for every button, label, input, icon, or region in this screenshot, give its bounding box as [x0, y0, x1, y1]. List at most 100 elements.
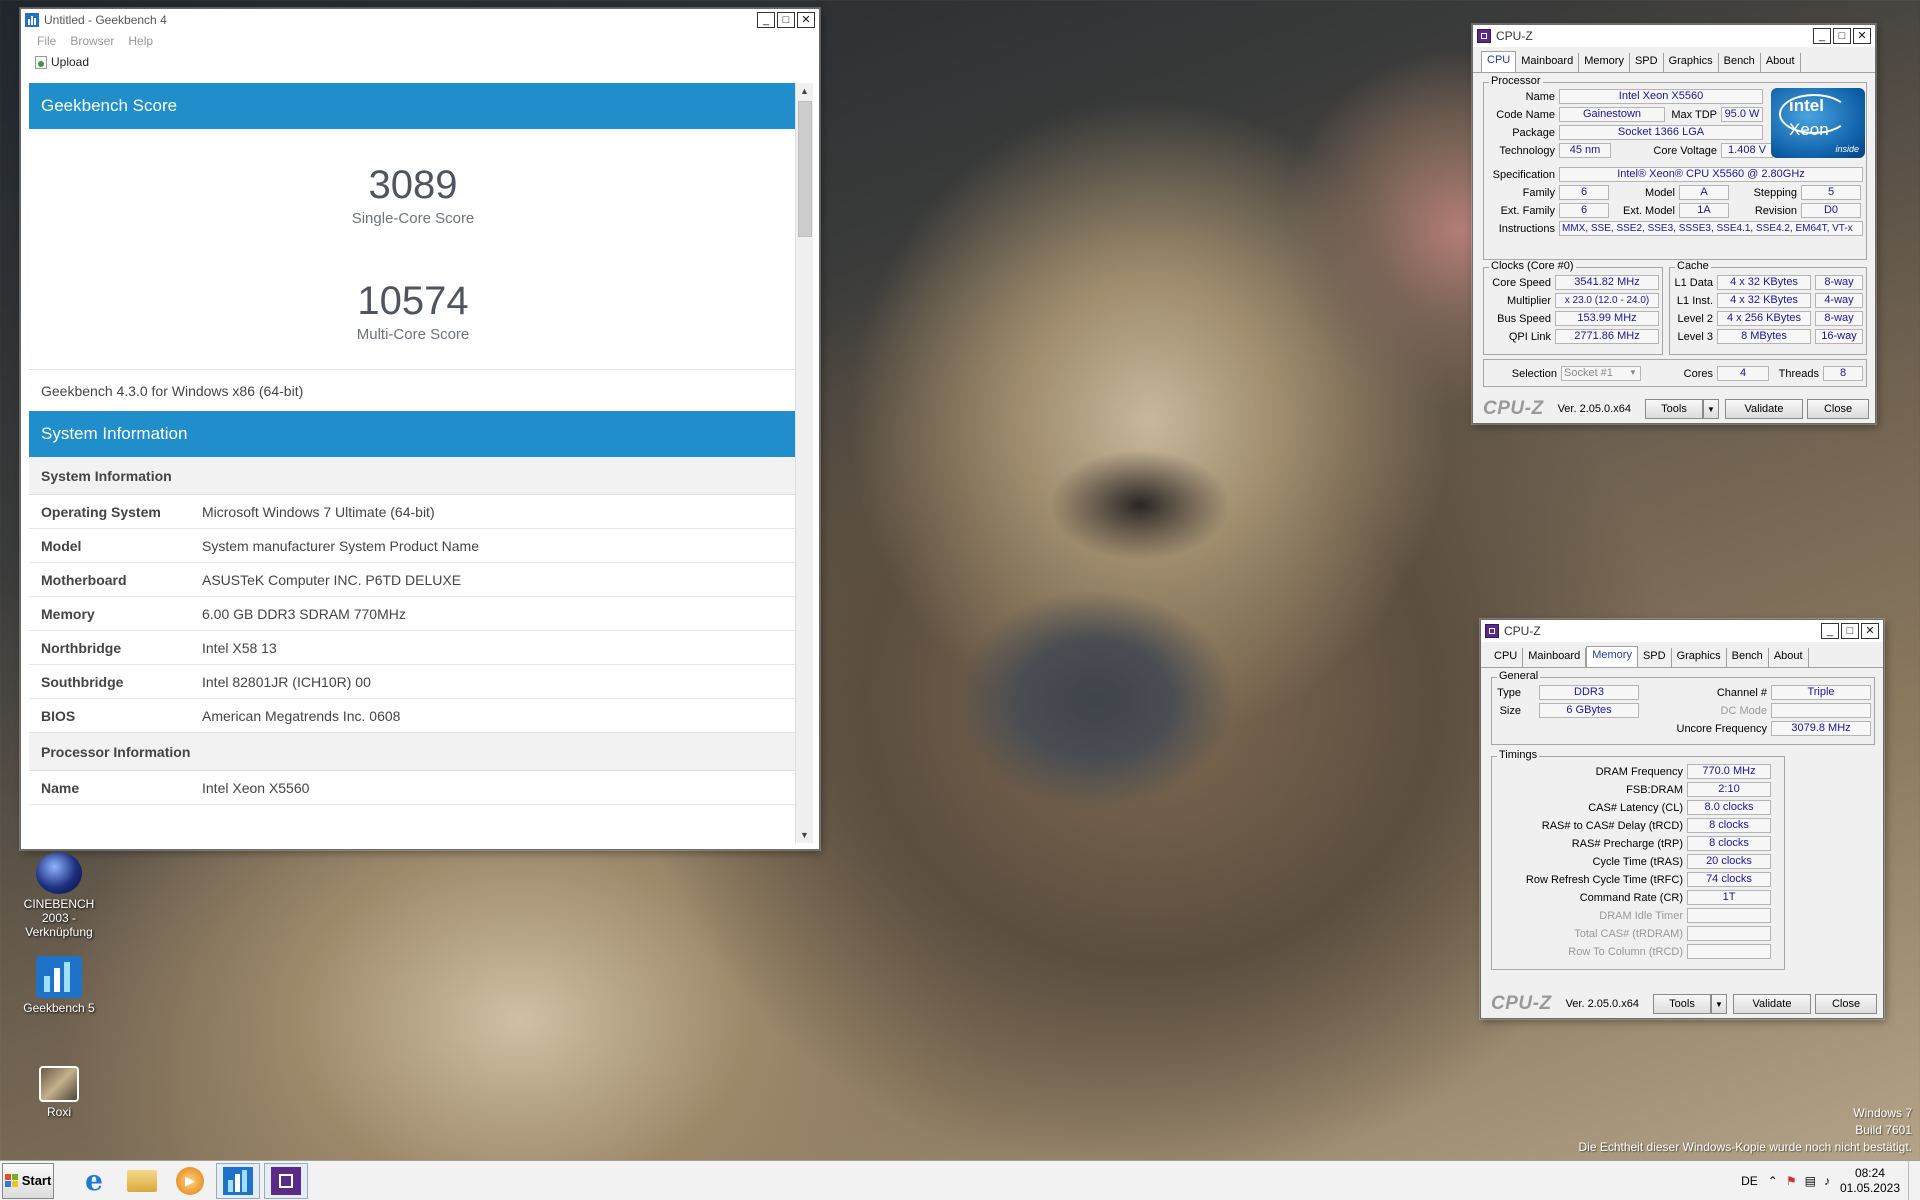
field-label: L1 Data — [1674, 277, 1713, 289]
tab-bar: CPU Mainboard Memory SPD Graphics Bench … — [1481, 642, 1883, 668]
geekbench-icon — [36, 956, 82, 998]
taskbar-explorer[interactable] — [120, 1163, 164, 1199]
version-text: Ver. 2.05.0.x64 — [1557, 403, 1631, 415]
tab-cpu[interactable]: CPU — [1489, 648, 1524, 667]
group-label: Clocks (Core #0) — [1489, 260, 1576, 272]
level2-ways: 8-way — [1815, 311, 1863, 326]
maximize-button[interactable]: □ — [1841, 623, 1859, 639]
taskbar-geekbench[interactable] — [216, 1162, 260, 1199]
close-button[interactable]: ✕ — [1861, 623, 1879, 639]
tab-bench[interactable]: Bench — [1727, 648, 1769, 667]
minimize-button[interactable]: _ — [757, 12, 775, 28]
technology-value: 45 nm — [1559, 143, 1611, 158]
volume-icon[interactable]: ♪ — [1824, 1174, 1830, 1188]
upload-label: Upload — [51, 55, 90, 69]
tab-about[interactable]: About — [1761, 53, 1801, 72]
taskbar-internet-explorer[interactable]: e — [72, 1163, 116, 1199]
taskbar-cpuz[interactable] — [264, 1162, 308, 1199]
close-dialog-button[interactable]: Close — [1815, 994, 1877, 1014]
tab-cpu[interactable]: CPU — [1481, 51, 1517, 72]
tab-graphics[interactable]: Graphics — [1664, 53, 1719, 72]
show-hidden-icons-icon[interactable]: ⌃ — [1768, 1174, 1778, 1188]
watermark-line: Die Echtheit dieser Windows-Kopie wurde … — [1578, 1140, 1912, 1154]
clock[interactable]: 08:24 01.05.2023 — [1840, 1166, 1900, 1196]
maximize-button[interactable]: □ — [1833, 28, 1851, 44]
validate-button[interactable]: Validate — [1733, 994, 1811, 1014]
tab-about[interactable]: About — [1769, 648, 1809, 667]
table-row: Operating System Microsoft Windows 7 Ulti… — [29, 495, 797, 529]
network-icon[interactable]: ▤ — [1805, 1174, 1816, 1188]
scroll-thumb[interactable] — [798, 101, 812, 237]
tab-spd[interactable]: SPD — [1630, 53, 1664, 72]
menu-help[interactable]: Help — [128, 34, 153, 48]
tools-dropdown-icon[interactable]: ▼ — [1711, 994, 1727, 1014]
group-label: General — [1497, 670, 1541, 682]
stepping-value: 5 — [1801, 185, 1861, 200]
language-indicator[interactable]: DE — [1741, 1174, 1758, 1188]
multiplier-value: x 23.0 (12.0 - 24.0) — [1555, 293, 1659, 308]
maximize-button[interactable]: □ — [777, 12, 795, 28]
single-core-score: 3089 — [368, 163, 458, 207]
tools-button[interactable]: Tools — [1653, 994, 1711, 1014]
timing-value: 8 clocks — [1687, 818, 1771, 833]
field-label: Core Voltage — [1653, 145, 1717, 157]
tools-button[interactable]: Tools — [1645, 399, 1703, 419]
show-desktop-button[interactable] — [1908, 1161, 1920, 1200]
close-dialog-button[interactable]: Close — [1807, 399, 1869, 419]
upload-button[interactable]: Upload — [35, 55, 89, 69]
tab-mainboard[interactable]: Mainboard — [1516, 53, 1580, 72]
field-label: L1 Inst. — [1676, 295, 1713, 307]
field-label: Model — [1645, 187, 1675, 199]
tab-spd[interactable]: SPD — [1638, 648, 1672, 667]
inside-logo-text: inside — [1835, 144, 1859, 154]
validate-button[interactable]: Validate — [1725, 399, 1803, 419]
scroll-up-icon[interactable]: ▲ — [796, 83, 813, 99]
tab-memory[interactable]: Memory — [1579, 53, 1630, 72]
desktop-icon-label: Geekbench 5 — [23, 1001, 95, 1015]
row-value: American Megatrends Inc. 0608 — [202, 707, 401, 724]
tools-dropdown-icon[interactable]: ▼ — [1703, 399, 1719, 419]
timing-label: RAS# to CAS# Delay (tRCD) — [1541, 820, 1683, 832]
taskbar-media-player[interactable]: ▶ — [168, 1163, 212, 1199]
window-title: Untitled - Geekbench 4 — [44, 13, 167, 27]
geekbench-titlebar[interactable]: Untitled - Geekbench 4 _ □ ✕ — [21, 9, 819, 31]
field-label: Revision — [1754, 205, 1797, 217]
desktop-icon-geekbench5[interactable]: Geekbench 5 — [14, 956, 104, 1015]
table-row: BIOS American Megatrends Inc. 0608 — [29, 699, 797, 733]
close-button[interactable]: ✕ — [1853, 28, 1871, 44]
field-label: Bus Speed — [1497, 313, 1551, 325]
cpuz-cpu-window: CPU-Z _ □ ✕ CPU Mainboard Memory SPD Gra… — [1472, 24, 1876, 424]
core-speed-value: 3541.82 MHz — [1555, 275, 1659, 290]
tab-bench[interactable]: Bench — [1719, 53, 1761, 72]
family-value: 6 — [1559, 185, 1609, 200]
cpuz-titlebar[interactable]: CPU-Z _ □ ✕ — [1481, 620, 1883, 642]
vertical-scrollbar[interactable]: ▲ ▼ — [795, 83, 813, 843]
cpuz-logo: CPU-Z — [1491, 993, 1552, 1014]
cpuz-app-icon — [1477, 29, 1491, 43]
core-voltage-value: 1.408 V — [1721, 143, 1773, 158]
minimize-button[interactable]: _ — [1813, 28, 1831, 44]
menu-browser[interactable]: Browser — [70, 34, 114, 48]
close-button[interactable]: ✕ — [797, 12, 815, 28]
menu-file[interactable]: File — [37, 34, 56, 48]
channel-value: Triple — [1771, 685, 1871, 700]
tab-memory[interactable]: Memory — [1586, 646, 1638, 667]
minimize-button[interactable]: _ — [1821, 623, 1839, 639]
level3-ways: 16-way — [1815, 329, 1863, 344]
scroll-down-icon[interactable]: ▼ — [796, 827, 813, 843]
cpuz-titlebar[interactable]: CPU-Z _ □ ✕ — [1473, 25, 1875, 47]
watermark-line: Windows 7 — [1853, 1106, 1912, 1120]
tab-mainboard[interactable]: Mainboard — [1523, 648, 1587, 667]
desktop-icon-cinebench[interactable]: CINEBENCH 2003 - Verknüpfung — [14, 852, 104, 939]
cores-value: 4 — [1717, 366, 1769, 381]
watermark-line: Build 7601 — [1855, 1123, 1912, 1137]
desktop-icon-roxi[interactable]: Roxi — [14, 1066, 104, 1119]
action-center-icon[interactable]: ⚑ — [1786, 1174, 1797, 1188]
group-label: Cache — [1675, 260, 1711, 272]
multi-core-score: 10574 — [357, 279, 469, 323]
tab-graphics[interactable]: Graphics — [1672, 648, 1727, 667]
clock-date: 01.05.2023 — [1839, 1181, 1900, 1195]
start-button[interactable]: Start — [2, 1162, 54, 1199]
folder-icon — [127, 1169, 157, 1192]
chevron-down-icon[interactable]: ▼ — [1629, 368, 1637, 377]
